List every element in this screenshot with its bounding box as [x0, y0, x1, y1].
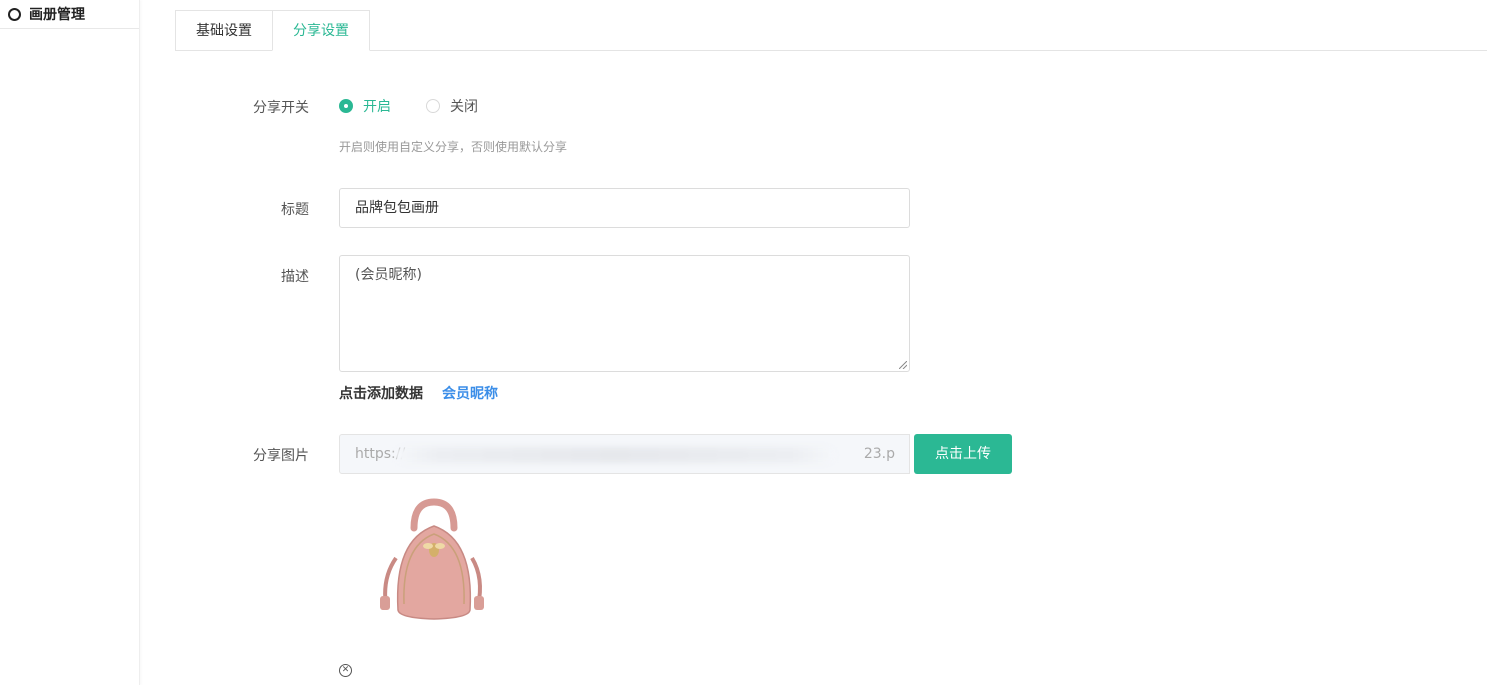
share-switch-radio-group: 开启 关闭	[339, 96, 513, 116]
share-switch-hint: 开启则使用自定义分享，否则使用默认分享	[339, 140, 568, 154]
description-text: (会员昵称)	[355, 267, 422, 283]
title-label: 标题	[281, 202, 309, 218]
resize-handle-icon[interactable]	[899, 361, 907, 369]
radio-enable[interactable]: 开启	[339, 96, 391, 116]
share-image-label: 分享图片	[253, 448, 309, 464]
add-data-label: 点击添加数据	[339, 386, 423, 402]
share-image-url-input[interactable]: https:// 23.p	[339, 434, 910, 474]
tab-share-settings[interactable]: 分享设置	[272, 10, 370, 51]
description-textarea[interactable]: (会员昵称)	[339, 255, 910, 372]
radio-disable-label: 关闭	[450, 99, 478, 115]
radio-unchecked-icon	[426, 99, 440, 113]
sidebar-item-album-management[interactable]: 画册管理	[0, 0, 139, 29]
description-label: 描述	[281, 269, 309, 285]
circle-icon	[8, 7, 21, 21]
remove-image-icon[interactable]: ✕	[339, 664, 352, 677]
share-switch-label: 分享开关	[253, 100, 309, 116]
radio-enable-label: 开启	[363, 99, 391, 115]
add-member-nickname-link[interactable]: 会员昵称	[442, 383, 498, 403]
pink-backpack-image	[380, 498, 484, 620]
share-image-preview	[352, 478, 512, 650]
radio-checked-icon	[339, 99, 353, 113]
redacted-url	[395, 447, 835, 463]
radio-disable[interactable]: 关闭	[426, 96, 478, 116]
tab-bar: 基础设置 分享设置	[175, 10, 1487, 51]
title-input[interactable]: 品牌包包画册	[339, 188, 910, 228]
url-suffix: 23.p	[863, 446, 895, 462]
sidebar-item-label: 画册管理	[29, 7, 85, 23]
tab-basic-settings[interactable]: 基础设置	[175, 10, 272, 51]
upload-button[interactable]: 点击上传	[914, 434, 1012, 474]
sidebar: 画册管理	[0, 0, 140, 685]
